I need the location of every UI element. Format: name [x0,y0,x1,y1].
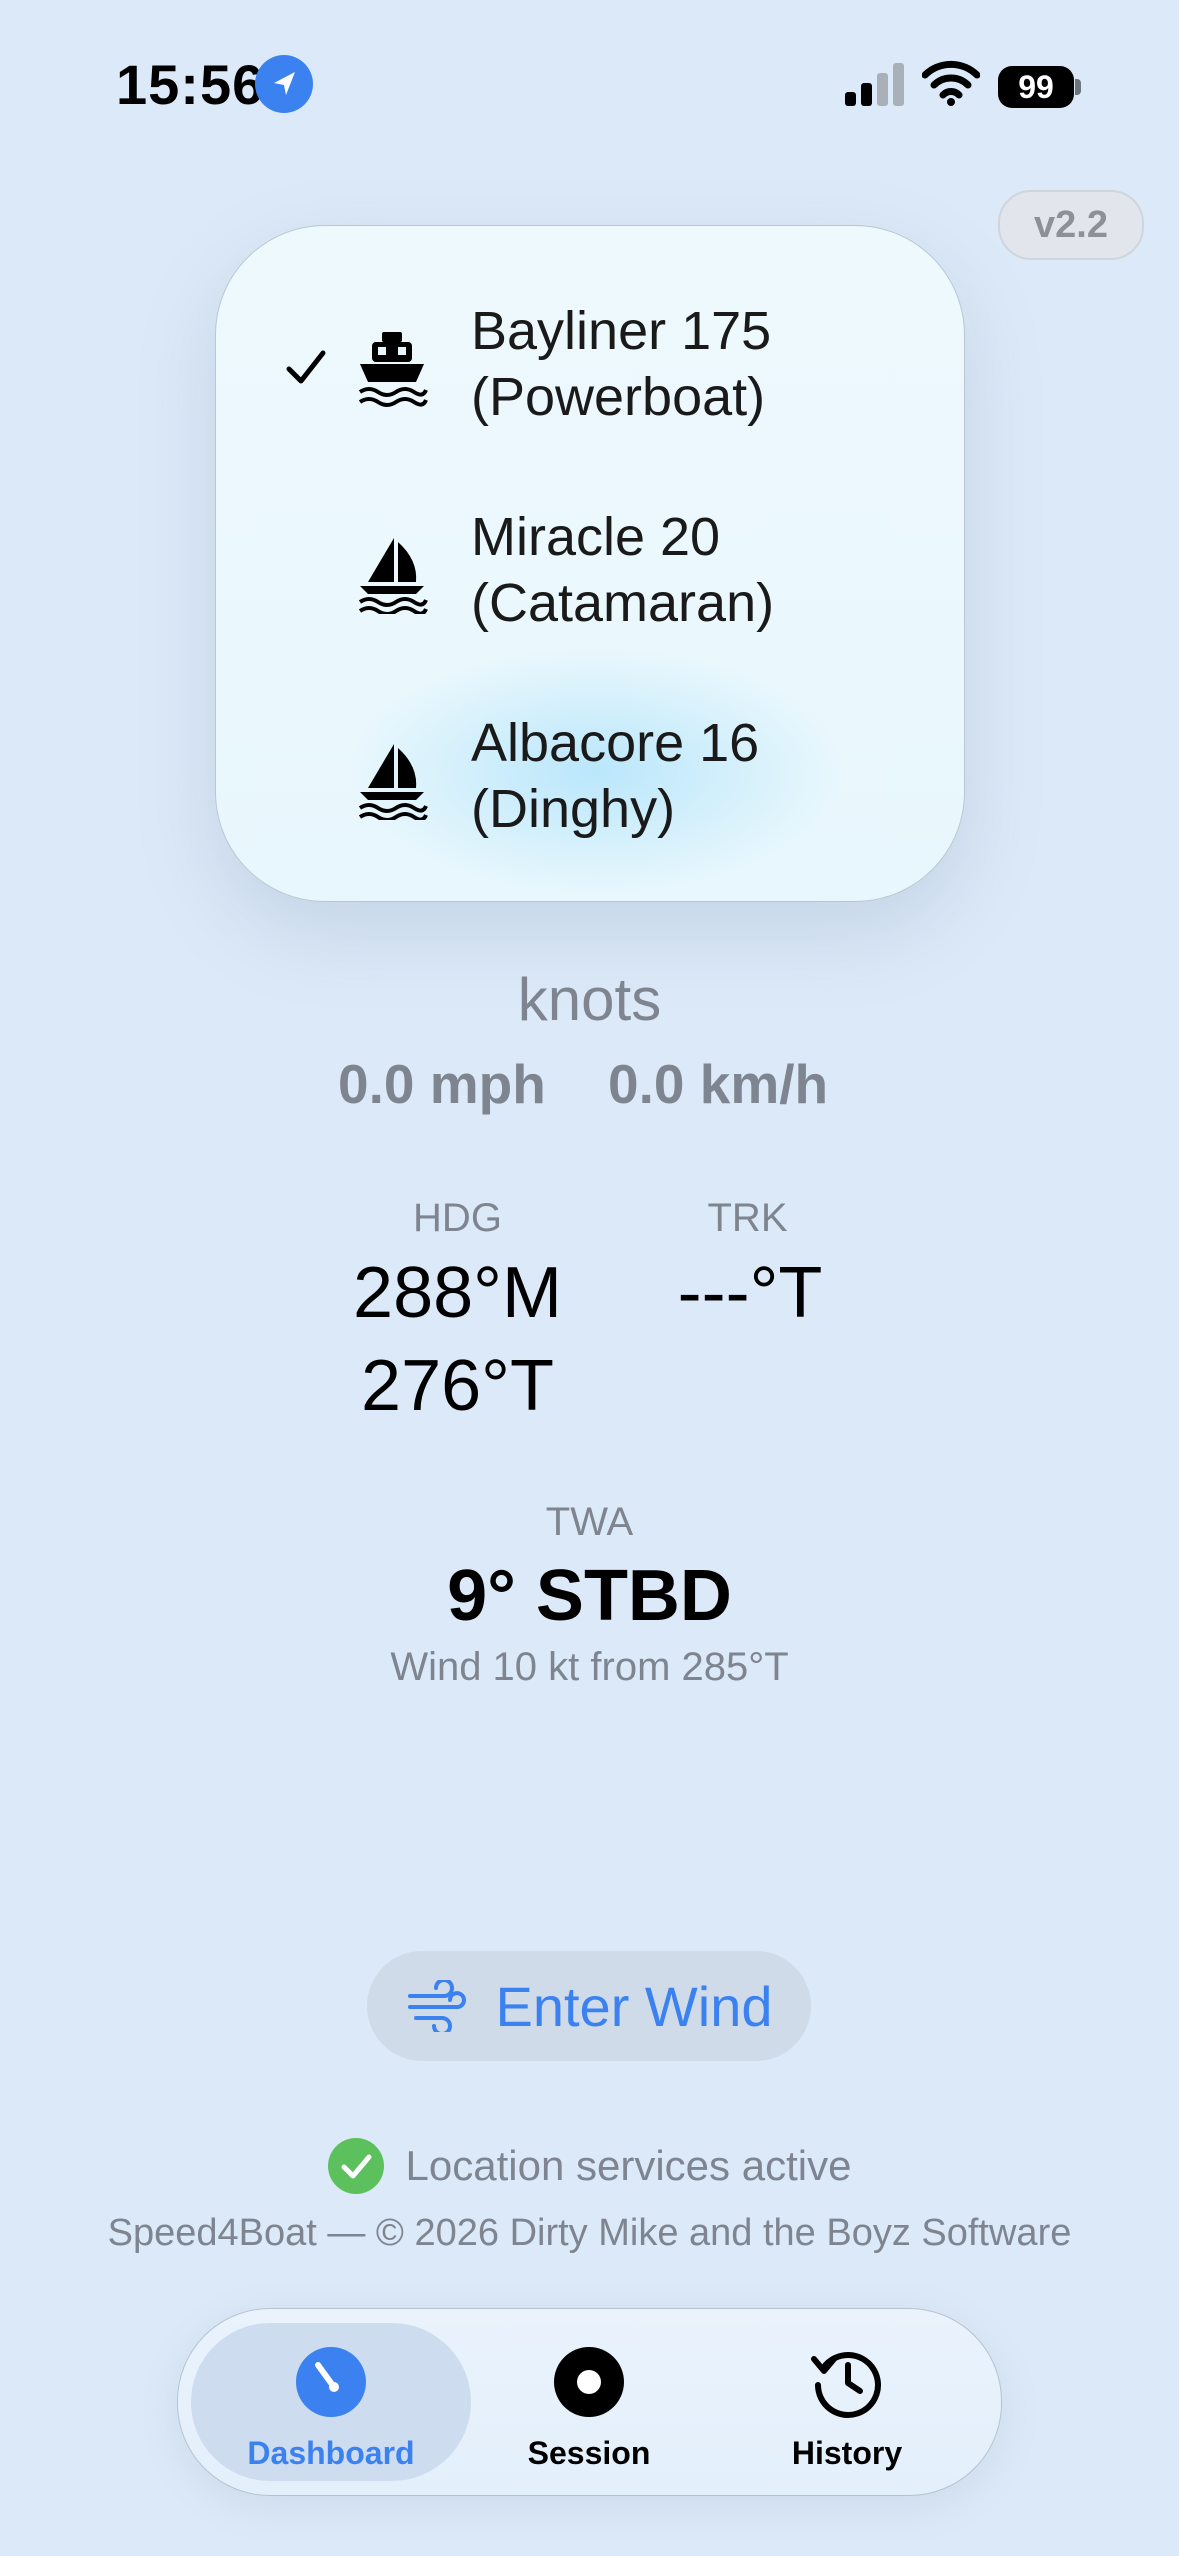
wind-description: Wind 10 kt from 285°T [390,1645,789,1689]
menu-item-label: Miracle 20 (Catamaran) [471,507,775,633]
tab-dashboard[interactable]: Dashboard [191,2323,471,2481]
menu-item-label: Bayliner 175 (Powerboat) [471,301,772,427]
wind-icon [407,1980,466,2032]
battery-indicator: 99 [998,66,1074,108]
tab-label: History [791,2435,903,2471]
menu-item-albacore[interactable]: Albacore 16 (Dinghy) [216,700,964,890]
enter-wind-label: Enter Wind [495,1974,773,2038]
enter-wind-button[interactable]: Enter Wind [367,1951,811,2061]
battery-cap [1075,79,1081,95]
sailboat-icon [358,744,428,820]
gauge-icon [296,2347,366,2417]
menu-item-bayliner[interactable]: Bayliner 175 (Powerboat) [216,288,964,478]
twa-label: TWA [545,1500,634,1544]
speed-kmh: 0.0 km/h [608,1053,829,1115]
checkmark-circle-icon [327,2138,384,2194]
wifi-icon [921,60,981,106]
tab-session[interactable]: Session [449,2323,729,2481]
heading-magnetic: 288°M [353,1253,562,1333]
twa-value: 9° STBD [447,1556,732,1636]
sailboat-icon [358,538,428,614]
version-badge[interactable]: v2.2 [998,190,1144,260]
tab-bar: Dashboard Session History [177,2308,1002,2496]
track-true: ---°T [677,1253,823,1333]
heading-label: HDG [413,1196,502,1240]
status-time: 15:56 [116,53,265,116]
speed-unit-label: knots [517,966,662,1033]
tab-label: Session [527,2435,651,2471]
heading-true: 276°T [361,1346,554,1426]
boat-selection-menu: Bayliner 175 (Powerboat) Miracle 20 (Cat… [215,225,965,902]
tab-label: Dashboard [247,2435,415,2471]
location-status-row: Location services active [0,2138,1179,2194]
location-arrow-icon [255,55,313,113]
history-icon [811,2352,881,2418]
powerboat-icon [358,332,428,407]
copyright-footer: Speed4Boat — © 2026 Dirty Mike and the B… [107,2212,1072,2254]
menu-item-miracle[interactable]: Miracle 20 (Catamaran) [216,494,964,684]
location-status-text: Location services active [405,2142,852,2189]
speed-mph: 0.0 mph [338,1053,546,1115]
cellular-signal-icon [845,62,905,108]
track-label: TRK [707,1196,788,1240]
record-icon [554,2347,624,2417]
tab-history[interactable]: History [707,2323,987,2481]
checkmark-icon [286,350,326,384]
menu-item-label: Albacore 16 (Dinghy) [471,713,760,839]
